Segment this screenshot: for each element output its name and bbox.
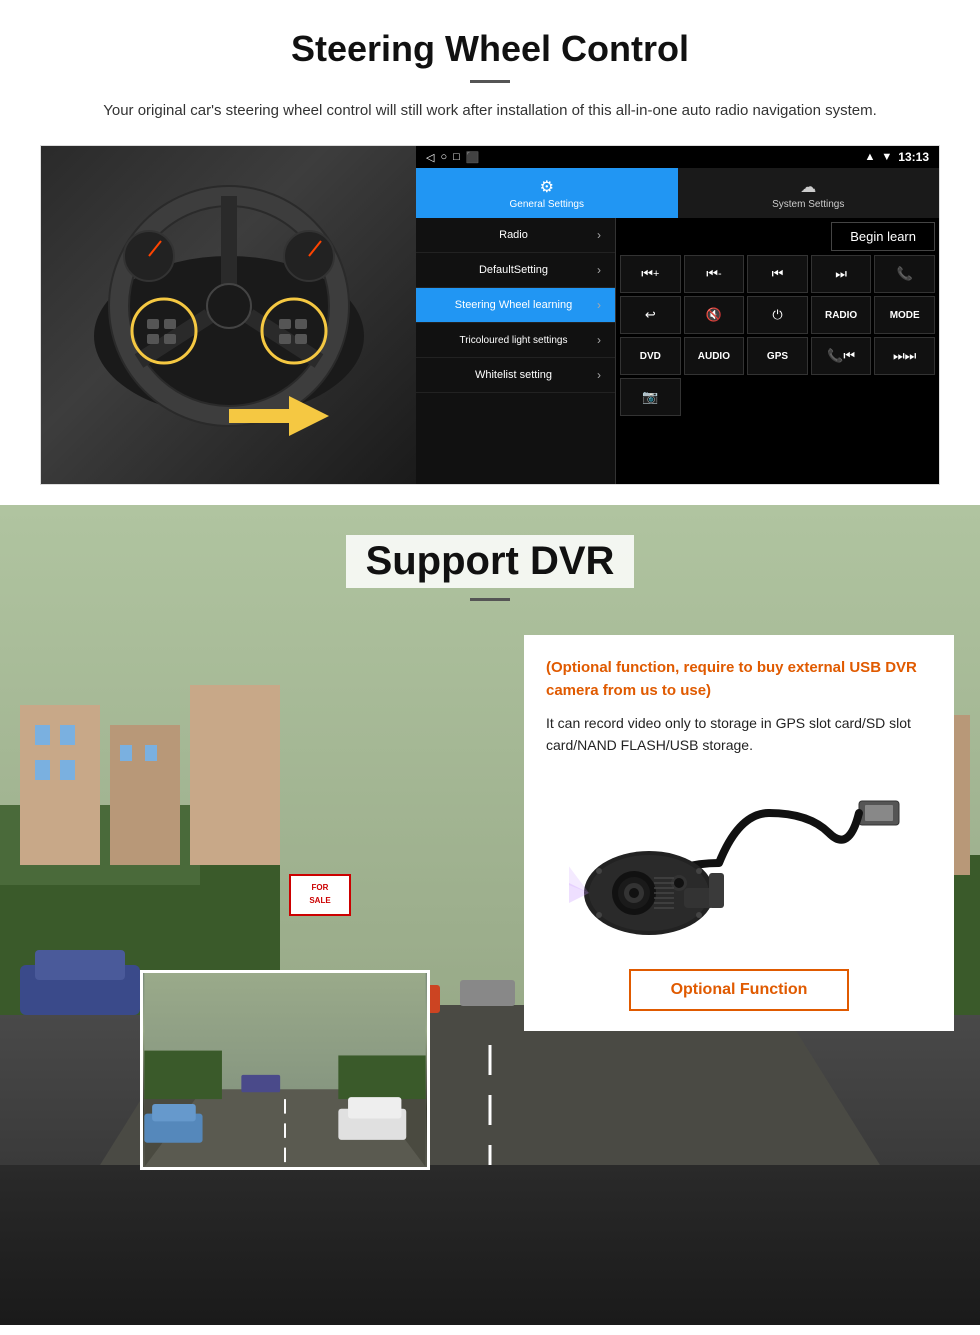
dvr-thumb-inner [143, 973, 427, 1167]
steering-wheel-svg [89, 176, 369, 456]
dvr-divider [470, 598, 510, 601]
ctrl-phone-prev[interactable]: 📞⏮ [811, 337, 872, 375]
optional-function-button[interactable]: Optional Function [629, 969, 850, 1011]
chevron-right-icon: › [597, 263, 601, 277]
status-signal-icon: ▲ [865, 151, 876, 163]
ctrl-dvd[interactable]: DVD [620, 337, 681, 375]
chevron-right-icon: › [597, 333, 601, 347]
chevron-right-icon: › [597, 368, 601, 382]
status-wifi-icon: ▼ [881, 151, 892, 163]
begin-learn-row: Begin learn [620, 222, 935, 251]
svg-text:FOR: FOR [312, 883, 329, 892]
gear-icon: ⚙ [540, 177, 554, 197]
menu-tricoloured-label: Tricoloured light settings [430, 335, 597, 346]
menu-list: Radio › DefaultSetting › Steering Wheel … [416, 218, 616, 485]
ctrl-dvr[interactable]: 📷 [620, 378, 681, 416]
ctrl-next[interactable]: ⏭ [811, 255, 872, 293]
ctrl-vol-down[interactable]: ⏮- [684, 255, 745, 293]
control-panel: Begin learn ⏮+ ⏮- ⏮ ⏭ 📞 ↩ 🔇 ⏻ RADIO MODE… [616, 218, 939, 485]
menu-item-tricoloured[interactable]: Tricoloured light settings › [416, 323, 615, 358]
tab-general-settings[interactable]: ⚙ General Settings [416, 168, 678, 218]
nav-home-icon[interactable]: ○ [440, 151, 447, 163]
ctrl-vol-up[interactable]: ⏮+ [620, 255, 681, 293]
chevron-right-icon: › [597, 298, 601, 312]
menu-radio-label: Radio [430, 229, 597, 241]
ctrl-prev[interactable]: ⏮ [747, 255, 808, 293]
begin-learn-button[interactable]: Begin learn [831, 222, 935, 251]
dvr-title-area: Support DVR [0, 505, 980, 617]
title-divider [470, 80, 510, 83]
ctrl-power[interactable]: ⏻ [747, 296, 808, 334]
dvr-info-box: (Optional function, require to buy exter… [524, 635, 954, 1031]
control-buttons-grid: ⏮+ ⏮- ⏮ ⏭ 📞 ↩ 🔇 ⏻ RADIO MODE DVD AUDIO G… [620, 255, 935, 416]
android-content: Radio › DefaultSetting › Steering Wheel … [416, 218, 939, 485]
steering-subtitle: Your original car's steering wheel contr… [80, 99, 900, 123]
dvr-thumbnail [140, 970, 430, 1170]
menu-steering-label: Steering Wheel learning [430, 299, 597, 311]
android-tabs: ⚙ General Settings ☁ System Settings [416, 168, 939, 218]
steering-wheel-photo [41, 146, 416, 485]
chevron-right-icon: › [597, 228, 601, 242]
menu-default-label: DefaultSetting [430, 264, 597, 276]
steering-section: Steering Wheel Control Your original car… [0, 0, 980, 505]
dvr-title: Support DVR [346, 535, 635, 588]
nav-back-icon[interactable]: ◁ [426, 151, 434, 164]
statusbar-time: 13:13 [898, 150, 929, 164]
dvr-thumb-svg [143, 973, 427, 1167]
ctrl-back[interactable]: ↩ [620, 296, 681, 334]
nav-recent-icon[interactable]: □ [453, 151, 460, 163]
android-ui: ◁ ○ □ ⬛ ▲ ▼ 13:13 ⚙ General Settings ☁ S… [416, 146, 939, 485]
tab-system-label: System Settings [772, 199, 844, 210]
dvr-road-bottom [0, 1165, 980, 1325]
dvr-optional-notice: (Optional function, require to buy exter… [546, 657, 932, 702]
steering-composite-image: ◁ ○ □ ⬛ ▲ ▼ 13:13 ⚙ General Settings ☁ S… [40, 145, 940, 485]
ctrl-audio[interactable]: AUDIO [684, 337, 745, 375]
ctrl-phone[interactable]: 📞 [874, 255, 935, 293]
menu-item-steering-learning[interactable]: Steering Wheel learning › [416, 288, 615, 323]
menu-item-whitelist[interactable]: Whitelist setting › [416, 358, 615, 393]
ctrl-mute[interactable]: 🔇 [684, 296, 745, 334]
ctrl-gps[interactable]: GPS [747, 337, 808, 375]
ctrl-mode[interactable]: MODE [874, 296, 935, 334]
svg-text:SALE: SALE [309, 896, 331, 905]
ctrl-radio[interactable]: RADIO [811, 296, 872, 334]
dvr-section: FOR SALE Support DVR [0, 505, 980, 1325]
dvr-description: It can record video only to storage in G… [546, 712, 932, 757]
dvr-camera-svg [569, 783, 909, 943]
nav-menu-icon[interactable]: ⬛ [466, 151, 480, 164]
dvr-camera-illustration [546, 773, 932, 953]
steering-title: Steering Wheel Control [40, 28, 940, 70]
menu-item-defaultsetting[interactable]: DefaultSetting › [416, 253, 615, 288]
system-icon: ☁ [800, 177, 816, 197]
tab-system-settings[interactable]: ☁ System Settings [678, 168, 940, 218]
ctrl-next-next[interactable]: ⏭⏭ [874, 337, 935, 375]
menu-item-radio[interactable]: Radio › [416, 218, 615, 253]
menu-whitelist-label: Whitelist setting [430, 369, 597, 381]
android-statusbar: ◁ ○ □ ⬛ ▲ ▼ 13:13 [416, 146, 939, 168]
tab-general-label: General Settings [510, 199, 585, 210]
